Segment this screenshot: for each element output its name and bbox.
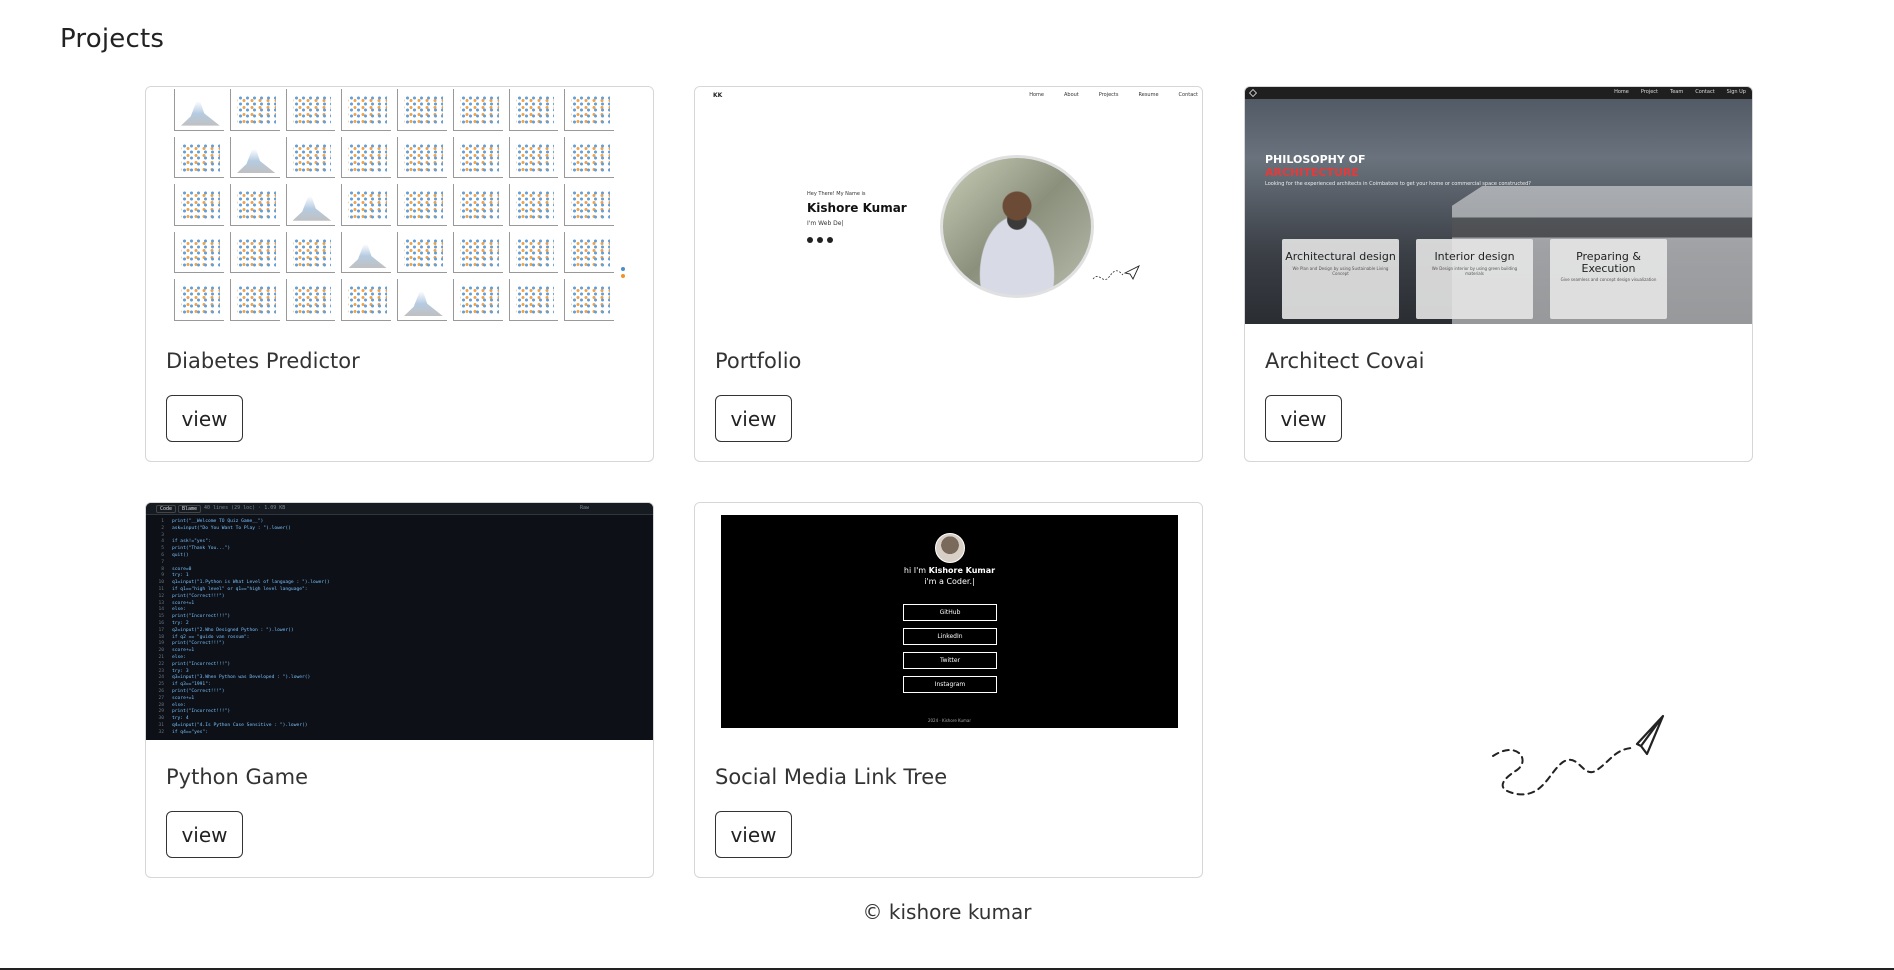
code-line: 8 score=0 (161, 566, 192, 572)
preview-role: I'm Web De| (807, 220, 844, 227)
view-button[interactable]: view (1265, 395, 1342, 442)
avatar (935, 533, 965, 563)
project-title: Python Game (166, 765, 308, 789)
code-line: 6 quit() (161, 552, 189, 558)
linkedin-icon (817, 237, 823, 243)
project-title: Social Media Link Tree (715, 765, 948, 789)
plot-legend (621, 263, 639, 281)
project-thumbnail-portfolio: KK Home About Projects Resume Contact He… (695, 87, 1202, 324)
logo-icon (1249, 89, 1257, 97)
page-title: Projects (60, 24, 165, 54)
code-line: 30 try: 4 (158, 716, 189, 722)
code-line: 29 print("Incorrect!!!") (158, 709, 231, 715)
code-line: 16 try: 2 (158, 620, 189, 626)
code-line: 13 score+=1 (158, 600, 195, 606)
code-block: 1 print("__Welcome TO Quiz Game__") 2 ask=i… (146, 519, 653, 737)
link-linkedin: LinkedIn (903, 628, 997, 645)
code-line: 19 print("Correct!!!") (158, 641, 225, 647)
preview-nav: Home Project Team Contact Sign Up (1614, 89, 1746, 95)
paper-plane-icon (1492, 714, 1665, 796)
link-instagram: Instagram (903, 676, 997, 693)
avatar (940, 155, 1094, 298)
view-button[interactable]: view (166, 811, 243, 858)
service-box: Preparing & Execution Give seamless and … (1550, 239, 1667, 319)
preview-greeting: hi I'm Kishore Kumar (903, 566, 996, 575)
project-card-architect-covai: Home Project Team Contact Sign Up PHILOS… (1244, 86, 1753, 462)
service-box: Architectural design We Plan and Design … (1282, 239, 1399, 319)
code-line: 26 print("Correct!!!") (158, 688, 225, 694)
code-line: 12 print("Correct!!!") (158, 593, 225, 599)
preview-footer: 2024 · Kishore Kumar (927, 718, 972, 723)
preview-role: i'm a Coder.| (924, 577, 975, 586)
preview-subtitle: Looking for the experienced architects i… (1265, 181, 1531, 187)
project-title: Portfolio (715, 349, 802, 373)
service-box: Interior design We Design interior by us… (1416, 239, 1533, 319)
code-line: 27 score+=1 (158, 695, 195, 701)
code-line: 3 (161, 532, 164, 538)
preview-greeting: Hey There! My Name is (807, 191, 866, 197)
link-twitter: Twitter (903, 652, 997, 669)
footer-copyright: © kishore kumar (862, 900, 1032, 924)
code-line: 31 q4=input("4.Is Python Case Sensitive :… (158, 722, 308, 728)
file-meta: 40 lines (29 loc) · 1.09 KB (204, 505, 286, 511)
preview-nav: Home About Projects Resume Contact (1029, 92, 1198, 98)
preview-heading-accent: ARCHITECTURE (1265, 166, 1359, 179)
link-github: GitHub (903, 604, 997, 621)
code-line: 25 if q3=="1991": (158, 682, 211, 688)
github-icon (807, 237, 813, 243)
project-title: Architect Covai (1265, 349, 1425, 373)
view-button[interactable]: view (166, 395, 243, 442)
code-line: 5 print("Thank You...") (161, 546, 231, 552)
view-button[interactable]: view (715, 395, 792, 442)
project-thumbnail-code: Code Blame 40 lines (29 loc) · 1.09 KB R… (146, 503, 653, 740)
code-line: 32 if q4=="yes": (158, 729, 208, 735)
project-thumbnail-linktree: hi I'm Kishore Kumar i'm a Coder.| GitHu… (695, 503, 1202, 740)
preview-logo: KK (713, 92, 723, 99)
tab-blame: Blame (178, 505, 202, 513)
project-card-link-tree: hi I'm Kishore Kumar i'm a Coder.| GitHu… (694, 502, 1203, 878)
project-thumbnail-architect: Home Project Team Contact Sign Up PHILOS… (1245, 87, 1752, 324)
code-line: 10 q1=input("1.Python is What Level of la… (158, 580, 330, 586)
code-icon (827, 237, 833, 243)
code-line: 21 else: (158, 654, 186, 660)
code-line: 1 print("__Welcome TO Quiz Game__") (161, 519, 264, 524)
code-line: 20 score+=1 (158, 648, 195, 654)
preview-heading: PHILOSOPHY OF (1265, 153, 1366, 166)
code-line: 11 if q1=="high level" or q1=="high level… (158, 586, 308, 592)
raw-label: Raw (579, 505, 589, 511)
paper-plane-icon (1092, 265, 1140, 280)
tab-code: Code (156, 505, 177, 513)
code-line: 2 ask=input("Do You Want To Play : ").low… (161, 525, 291, 531)
code-line: 7 (161, 559, 164, 565)
code-line: 15 print("Incorrect!!!") (158, 614, 231, 620)
code-line: 17 q2=input("2.Who Designed Python : ").l… (158, 627, 294, 633)
project-title: Diabetes Predictor (166, 349, 360, 373)
project-card-portfolio: KK Home About Projects Resume Contact He… (694, 86, 1203, 462)
project-card-diabetes-predictor: Diabetes Predictor view (145, 86, 654, 462)
preview-social-icons (807, 237, 833, 243)
preview-name: Kishore Kumar (807, 201, 907, 215)
project-card-python-game: Code Blame 40 lines (29 loc) · 1.09 KB R… (145, 502, 654, 878)
code-line: 22 print("Incorrect!!!") (158, 661, 231, 667)
code-line: 24 q3=input("3.When Python was Developed … (158, 675, 311, 681)
project-thumbnail-pairplot (146, 87, 653, 324)
view-button[interactable]: view (715, 811, 792, 858)
